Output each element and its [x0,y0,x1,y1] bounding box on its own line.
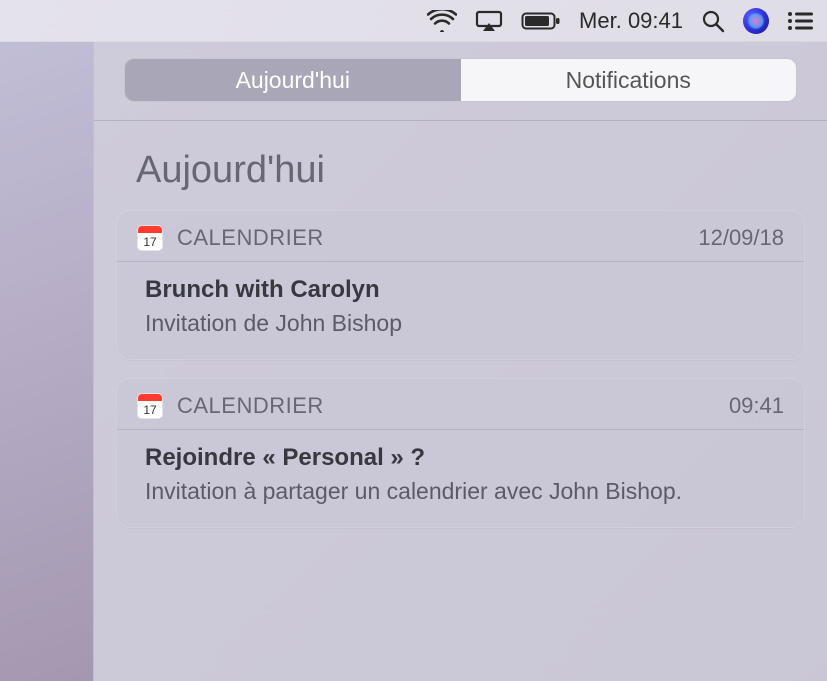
calendar-app-icon [137,393,163,419]
notification-app-name: CALENDRIER [177,225,684,251]
wifi-icon[interactable] [427,10,457,32]
notification-header: CALENDRIER 12/09/18 [117,211,804,261]
notification-title: Rejoindre « Personal » ? [145,444,776,472]
calendar-app-icon [137,225,163,251]
notification-time: 12/09/18 [698,225,784,251]
desktop-wallpaper [0,42,93,681]
tab-today[interactable]: Aujourd'hui [125,59,461,101]
airplay-icon[interactable] [475,10,503,32]
battery-icon[interactable] [521,11,561,31]
notification-title: Brunch with Carolyn [145,276,776,304]
today-heading: Aujourd'hui [94,121,827,210]
notification-body: Rejoindre « Personal » ? Invitation à pa… [117,430,804,527]
tab-notifications[interactable]: Notifications [461,59,797,101]
notification-center-panel: Aujourd'hui Notifications Aujourd'hui CA… [93,42,827,681]
segmented-control: Aujourd'hui Notifications [124,58,797,102]
desktop: Aujourd'hui Notifications Aujourd'hui CA… [0,42,827,681]
notification-center-icon[interactable] [787,11,813,31]
notification-app-name: CALENDRIER [177,393,715,419]
notification-header: CALENDRIER 09:41 [117,379,804,429]
notification-subtitle: Invitation à partager un calendrier avec… [145,476,776,507]
menu-bar: Mer. 09:41 [0,0,827,42]
spotlight-icon[interactable] [701,9,725,33]
notification-card[interactable]: CALENDRIER 09:41 Rejoindre « Personal » … [116,378,805,528]
notification-body: Brunch with Carolyn Invitation de John B… [117,262,804,359]
siri-icon[interactable] [743,8,769,34]
notification-card[interactable]: CALENDRIER 12/09/18 Brunch with Carolyn … [116,210,805,360]
notification-subtitle: Invitation de John Bishop [145,308,776,339]
menu-bar-datetime[interactable]: Mer. 09:41 [579,8,683,34]
notification-time: 09:41 [729,393,784,419]
